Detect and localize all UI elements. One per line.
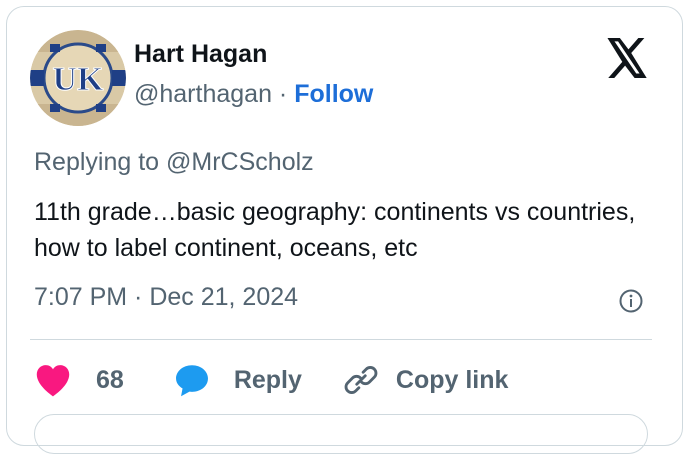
reply-button[interactable]: Reply bbox=[174, 363, 302, 397]
meta-separator: · bbox=[271, 80, 295, 108]
follow-button[interactable]: Follow bbox=[294, 80, 373, 108]
reply-label: Reply bbox=[233, 365, 302, 394]
info-icon[interactable] bbox=[618, 288, 644, 314]
action-bar: 68 Reply Copy link bbox=[34, 360, 508, 400]
author-meta: @harthagan · Follow bbox=[134, 80, 373, 109]
read-replies-button[interactable] bbox=[34, 414, 648, 454]
reply-prefix: Replying to bbox=[34, 148, 167, 176]
link-icon bbox=[344, 363, 378, 397]
heart-icon bbox=[34, 363, 72, 397]
divider bbox=[30, 339, 652, 340]
avatar-image: UK bbox=[30, 30, 126, 126]
copy-link-button[interactable]: Copy link bbox=[344, 363, 509, 397]
speech-bubble-icon bbox=[174, 363, 210, 397]
avatar-logo: UK bbox=[53, 61, 105, 98]
x-logo-icon[interactable] bbox=[605, 38, 649, 78]
like-button[interactable]: 68 bbox=[34, 363, 124, 397]
reply-mention-link[interactable]: @MrCScholz bbox=[166, 148, 314, 176]
like-count: 68 bbox=[96, 365, 124, 394]
avatar[interactable]: UK bbox=[30, 30, 126, 126]
author-name[interactable]: Hart Hagan bbox=[134, 40, 267, 69]
tweet-text: 11th grade…basic geography: continents v… bbox=[34, 198, 636, 262]
tweet-timestamp[interactable]: 7:07 PM · Dec 21, 2024 bbox=[34, 283, 298, 312]
copy-link-label: Copy link bbox=[395, 365, 509, 394]
author-handle[interactable]: @harthagan bbox=[134, 80, 272, 108]
reply-context: Replying to @MrCScholz bbox=[34, 148, 314, 177]
